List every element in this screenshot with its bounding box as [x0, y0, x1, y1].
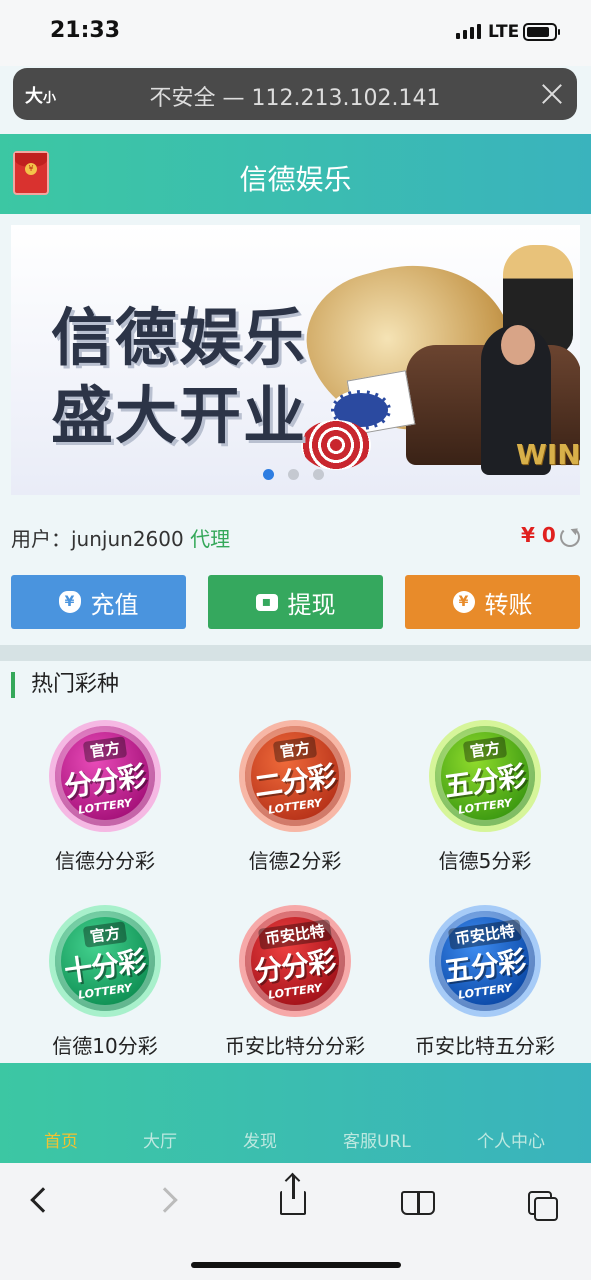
status-time: 21:33 — [50, 18, 121, 43]
logo-text: 分分彩 — [62, 759, 148, 804]
tabs-button[interactable] — [520, 1183, 564, 1227]
game-item[interactable]: 币安比特 五分彩 LOTTERY 币安比特五分彩 — [395, 905, 575, 1059]
game-item[interactable]: 官方 分分彩 LOTTERY 信德分分彩 — [15, 720, 195, 874]
lottery-logo[interactable]: 官方 二分彩 LOTTERY — [239, 720, 351, 832]
promo-banner[interactable]: 信德娱乐 盛大开业 WIN — [11, 225, 580, 495]
recharge-button[interactable]: ¥ 充值 — [11, 575, 186, 629]
back-button[interactable] — [20, 1183, 64, 1227]
withdraw-label: 提现 — [287, 590, 336, 619]
user-role: 代理 — [190, 527, 231, 551]
transfer-button[interactable]: ¥ 转账 — [405, 575, 580, 629]
tab-home[interactable]: 首页 — [44, 1127, 78, 1152]
transfer-label: 转账 — [484, 590, 533, 619]
pagination-dot-2[interactable] — [288, 469, 299, 480]
share-icon — [280, 1175, 306, 1215]
app-header: ¥ 信德娱乐 — [0, 134, 591, 214]
game-item[interactable]: 官方 五分彩 LOTTERY 信德5分彩 — [395, 720, 575, 874]
signal-icon — [456, 24, 481, 39]
money-bag-icon: ¥ — [58, 591, 81, 613]
share-button[interactable] — [272, 1175, 316, 1227]
user-label: 用户： — [11, 527, 71, 551]
tab-support[interactable]: 客服URL — [343, 1127, 411, 1152]
url-address[interactable]: 不安全 — 112.213.102.141 — [13, 80, 577, 112]
battery-icon — [523, 23, 560, 41]
username: junjun2600 — [71, 527, 184, 551]
pagination-dot-3[interactable] — [313, 469, 324, 480]
tab-lobby[interactable]: 大厅 — [143, 1127, 177, 1152]
bottom-tab-bar: 首页 大厅 发现 客服URL 个人中心 — [0, 1063, 591, 1163]
banner-pagination[interactable] — [263, 469, 324, 480]
tab-profile[interactable]: 个人中心 — [477, 1127, 545, 1152]
tab-discover[interactable]: 发现 — [243, 1127, 277, 1152]
withdraw-button[interactable]: ▪ 提现 — [208, 575, 383, 629]
banner-man-head — [501, 325, 535, 365]
logo-text: 二分彩 — [252, 759, 338, 804]
game-name[interactable]: 信德5分彩 — [395, 845, 575, 874]
game-name[interactable]: 信德10分彩 — [15, 1030, 195, 1059]
home-indicator — [191, 1262, 401, 1268]
banner-headline-1: 信德娱乐 — [51, 301, 308, 374]
casino-chip-red — [301, 420, 371, 470]
user-info: 用户：junjun2600 代理 — [11, 523, 230, 552]
url-bar[interactable]: 大小 不安全 — 112.213.102.141 — [13, 68, 577, 120]
tabs-icon — [534, 1197, 558, 1221]
status-bar: 21:33 LTE — [0, 0, 591, 66]
lottery-logo[interactable]: 官方 十分彩 LOTTERY — [49, 905, 161, 1017]
chevron-right-icon — [152, 1187, 178, 1213]
section-title: 热门彩种 — [11, 672, 119, 698]
section-divider — [0, 645, 591, 661]
yen-coin-icon: ¥ — [452, 591, 475, 613]
banner-win-text: WIN — [516, 438, 580, 471]
game-item[interactable]: 官方 十分彩 LOTTERY 信德10分彩 — [15, 905, 195, 1059]
lottery-logo[interactable]: 币安比特 五分彩 LOTTERY — [429, 905, 541, 1017]
book-icon — [401, 1191, 435, 1215]
pagination-dot-1[interactable] — [263, 469, 274, 480]
lottery-logo[interactable]: 官方 分分彩 LOTTERY — [49, 720, 161, 832]
banner-headline-2: 盛大开业 — [51, 379, 308, 452]
chevron-left-icon — [30, 1187, 56, 1213]
wallet-icon: ▪ — [255, 593, 278, 611]
game-item[interactable]: 官方 二分彩 LOTTERY 信德2分彩 — [205, 720, 385, 874]
game-name[interactable]: 信德2分彩 — [205, 845, 385, 874]
game-name[interactable]: 信德分分彩 — [15, 845, 195, 874]
game-item[interactable]: 币安比特 分分彩 LOTTERY 币安比特分分彩 — [205, 905, 385, 1059]
forward-button[interactable] — [150, 1183, 194, 1227]
logo-text: 五分彩 — [442, 759, 528, 804]
refresh-icon[interactable] — [560, 527, 580, 547]
page-title: 信德娱乐 — [239, 163, 352, 196]
recharge-label: 充值 — [90, 590, 139, 619]
lottery-logo[interactable]: 币安比特 分分彩 LOTTERY — [239, 905, 351, 1017]
bookmarks-button[interactable] — [397, 1183, 441, 1227]
logo-text: 十分彩 — [62, 944, 148, 989]
game-name[interactable]: 币安比特五分彩 — [395, 1030, 575, 1059]
network-label: LTE — [488, 22, 520, 42]
balance-value: ¥ 0 — [521, 523, 556, 547]
lottery-logo[interactable]: 官方 五分彩 LOTTERY — [429, 720, 541, 832]
close-icon[interactable] — [541, 83, 563, 105]
game-name[interactable]: 币安比特分分彩 — [205, 1030, 385, 1059]
